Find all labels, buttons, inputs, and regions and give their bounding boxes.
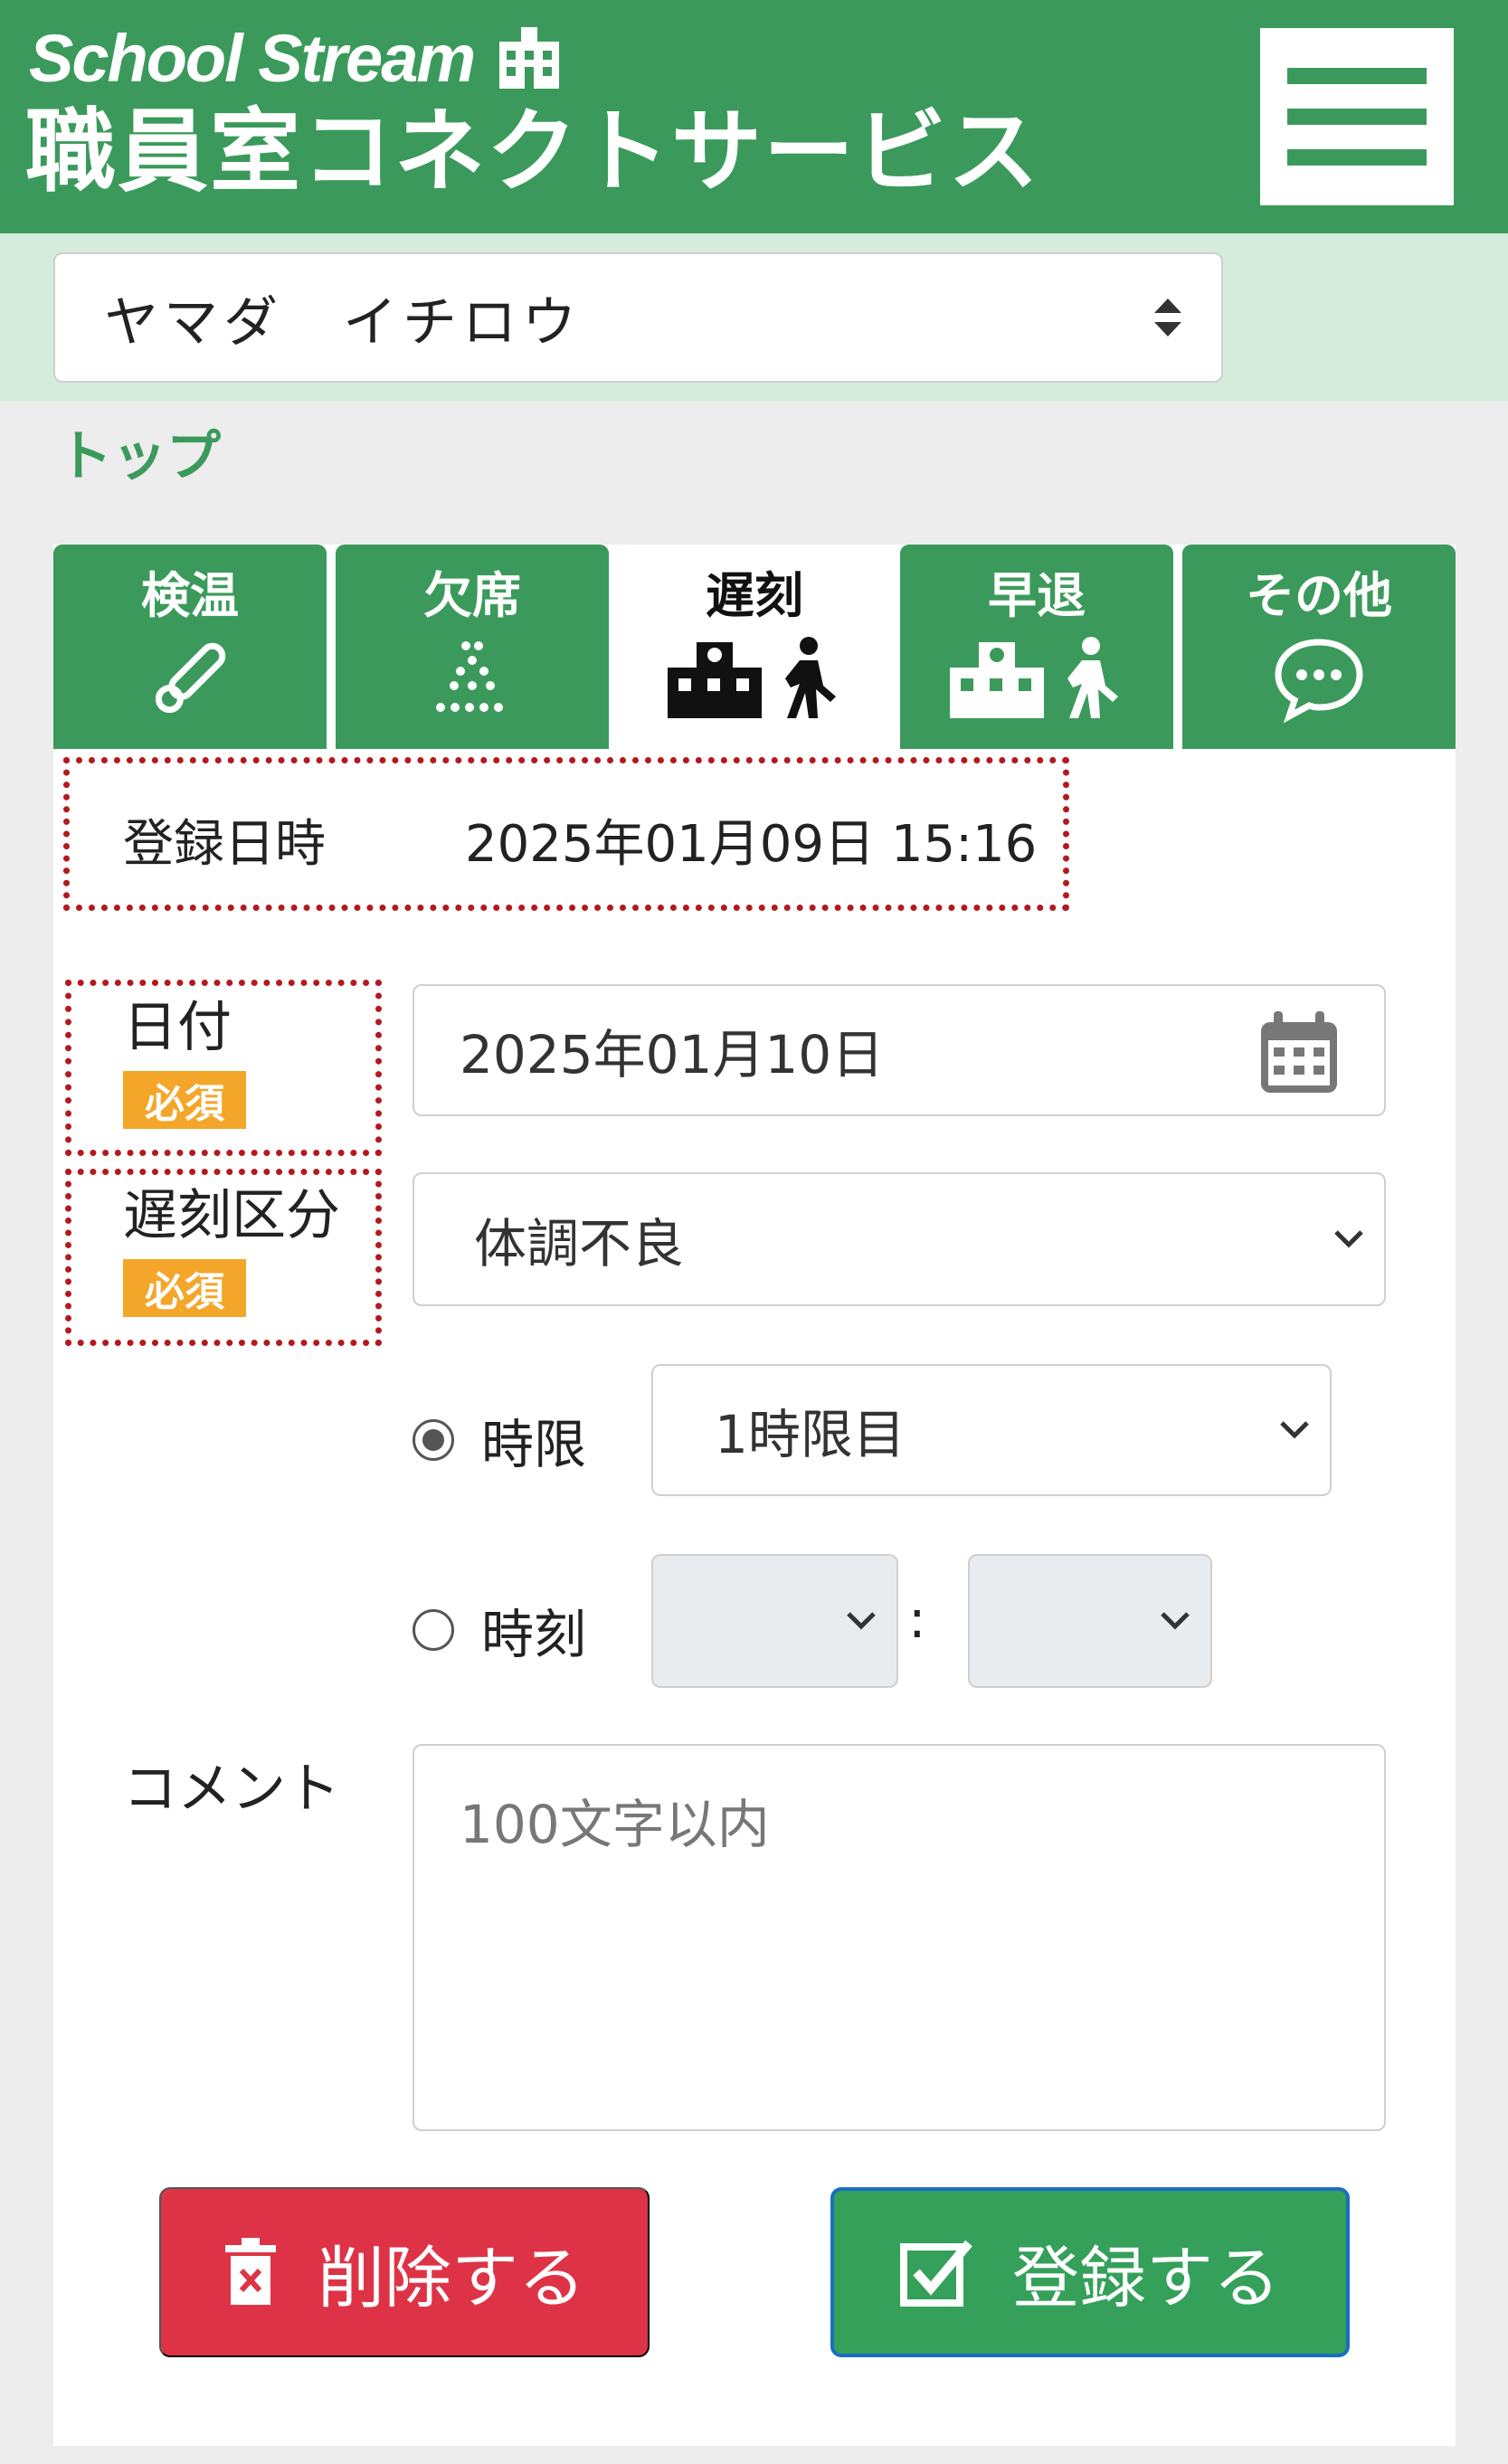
late-type-value: 体調不良 [474,1213,685,1275]
brand-logo: School Stream [29,25,564,92]
calendar-icon[interactable] [1257,1009,1341,1096]
service-title: 職員室コネクトサービス [25,99,1040,204]
app-header: School Stream 職員室コネクトサービス [0,0,1508,233]
hour-select[interactable] [651,1554,898,1688]
time-radio-option[interactable]: 時刻 [413,1592,586,1668]
period-radio-option[interactable]: 時限 [413,1402,586,1478]
required-badge: 必須 [123,1259,246,1317]
hamburger-menu-button[interactable] [1260,28,1454,205]
user-select-value: ヤマダ イチロウ [104,290,582,355]
school-walker-icon [950,637,1118,718]
tab-other[interactable]: その他 [1182,545,1456,749]
comment-label: コメント [123,1758,340,1821]
late-type-select[interactable]: 体調不良 [413,1172,1386,1306]
chevron-down-icon [847,1612,876,1630]
period-value: 1時限目 [715,1404,906,1465]
date-value: 2025年01月10日 [460,1024,885,1085]
tab-label: 欠席 [423,567,521,624]
registration-datetime: 2025年01月09日 15:16 [465,815,1038,874]
period-select[interactable]: 1時限目 [651,1364,1332,1496]
thermometer-icon [155,642,226,714]
time-separator: : [908,1588,926,1650]
delete-label: 削除する [318,2240,585,2316]
hamburger-icon [1287,68,1427,84]
tab-label: 遅刻 [706,567,803,624]
brand-name: School Stream [29,21,476,96]
time-radio[interactable] [413,1609,454,1651]
comment-placeholder: 100文字以内 [460,1794,770,1855]
date-label: 日付 [123,996,232,1059]
tab-temperature[interactable]: 検温 [53,545,327,749]
tab-early-leave[interactable]: 早退 [900,545,1173,749]
tab-absence[interactable]: 欠席 [336,545,609,749]
time-label: 時刻 [481,1604,587,1665]
tab-late[interactable]: 遅刻 [618,545,891,749]
sort-arrows-icon [1154,299,1181,336]
required-badge: 必須 [123,1071,246,1129]
chevron-down-icon [1280,1421,1309,1439]
period-radio[interactable] [413,1419,454,1461]
delete-button[interactable]: 削除する [159,2187,650,2357]
late-type-label: 遅刻区分 [123,1184,340,1247]
breadcrumb-top[interactable]: トップ [58,412,221,491]
register-button[interactable]: 登録する [830,2187,1350,2357]
minute-select[interactable] [968,1554,1212,1688]
chevron-down-icon [1161,1612,1190,1630]
registration-label: 登録日時 [123,815,326,874]
comment-textarea[interactable]: 100文字以内 [413,1744,1386,2131]
absence-dots-icon [436,641,503,712]
tab-label: 早退 [988,567,1086,624]
school-building-icon [499,27,560,89]
user-select[interactable]: ヤマダ イチロウ [53,252,1223,383]
tab-label: その他 [1246,567,1392,624]
school-walker-icon [668,637,836,718]
trash-icon [225,2238,276,2305]
register-label: 登録する [1012,2240,1280,2316]
chat-bubble-icon [1275,639,1363,724]
period-label: 時限 [481,1414,587,1475]
tab-label: 検温 [141,567,239,624]
date-input[interactable]: 2025年01月10日 [413,984,1386,1116]
chevron-down-icon [1334,1230,1363,1248]
checkbox-check-icon [900,2240,972,2307]
